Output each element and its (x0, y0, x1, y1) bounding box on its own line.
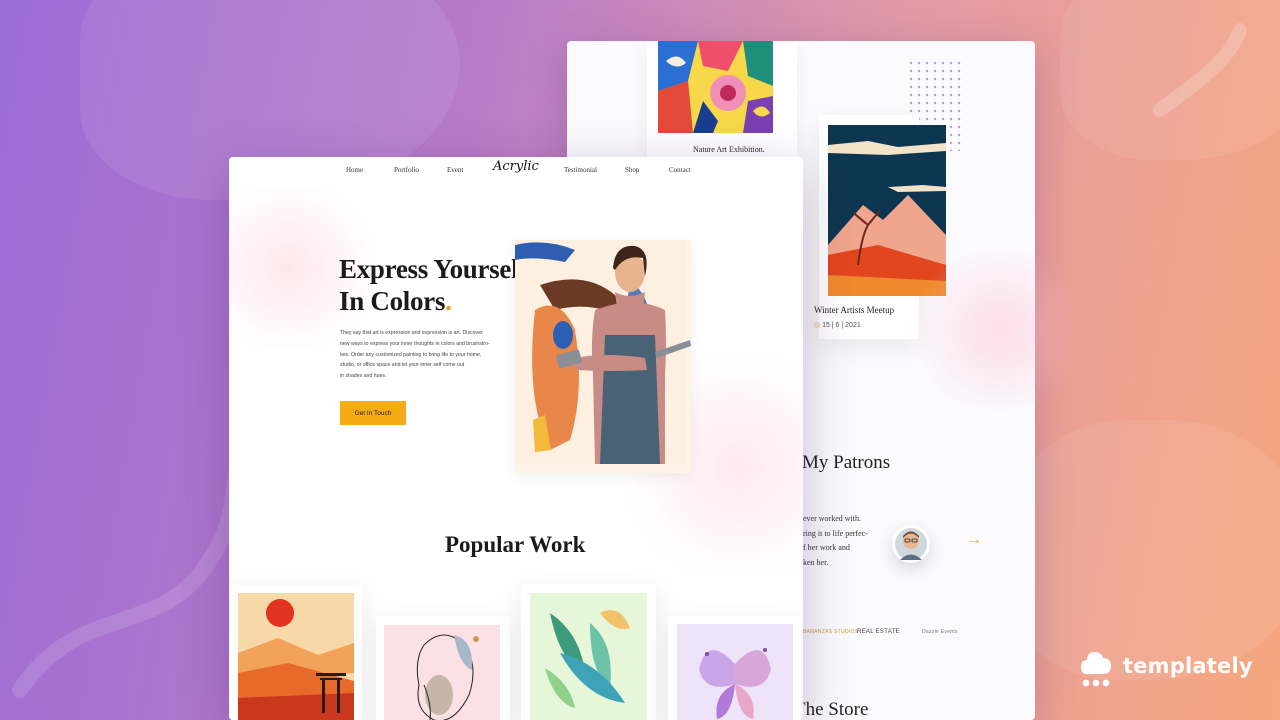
feathers-painting (530, 593, 647, 720)
nav-shop[interactable]: Shop (625, 166, 639, 174)
get-in-touch-button[interactable]: Get In Touch (340, 401, 406, 425)
floral-painting (658, 41, 773, 133)
nav-testimonial[interactable]: Testimonial (564, 166, 597, 174)
brand-logo[interactable]: Acrylic (493, 159, 539, 174)
patron-logo: BANANZAS STUDIOS (803, 629, 859, 635)
hero-artist-image (515, 240, 691, 473)
event-title-nature[interactable]: Nature Art Exhibition. (693, 145, 765, 154)
patrons-title: My Patrons (802, 452, 891, 473)
nav-contact[interactable]: Contact (669, 166, 691, 174)
artwork-card[interactable] (376, 616, 510, 720)
clock-icon: ◷ (814, 322, 821, 329)
next-arrow-icon[interactable]: → (966, 531, 982, 549)
promo-canvas: { "back_page": { "event1_title": "Nature… (0, 0, 1280, 720)
patron-avatar[interactable] (892, 525, 930, 563)
event-title-winter[interactable]: Winter Artists Meetup (814, 305, 894, 315)
templately-logo-icon (1079, 650, 1115, 688)
mountain-painting (828, 125, 946, 296)
hero-title-text: Express Yourself In Colors (339, 254, 527, 316)
popular-work-title: Popular Work (445, 532, 586, 557)
hero-text-line: in shades and hues. (340, 373, 387, 380)
hero-description: They say that art is expression and expr… (340, 328, 500, 382)
glow-blob (900, 250, 1100, 410)
nav-portfolio[interactable]: Portfolio (394, 166, 419, 174)
hero-text-line: They say that art is expression and expr… (340, 330, 483, 336)
nav-home[interactable]: Home (346, 166, 363, 174)
event-date-text: 15 | 6 | 2021 (822, 322, 861, 329)
main-nav: Home Portfolio Event Acrylic Testimonial… (229, 157, 803, 187)
front-page-screenshot: Home Portfolio Event Acrylic Testimonial… (229, 157, 803, 720)
sunset-painting (238, 593, 354, 720)
artwork-card[interactable] (668, 616, 801, 720)
templately-wordmark: templately (1123, 654, 1253, 678)
hero-title: Express Yourself In Colors. (339, 253, 527, 317)
artwork-card[interactable] (521, 584, 656, 720)
patron-logo: Dazzle Events (922, 629, 958, 635)
hero-title-accent: . (445, 286, 452, 316)
event-date: ◷ 15 | 6 | 2021 (814, 321, 861, 329)
artwork-card[interactable] (229, 585, 362, 720)
hero-text-line: studio, or office space and let your inn… (340, 362, 465, 369)
hero-text-line: kes. Order any customized painting to br… (340, 351, 482, 358)
nav-event[interactable]: Event (447, 166, 463, 174)
hero-text-line: new ways to express your inner thoughts … (340, 340, 490, 347)
store-title: The Store (794, 699, 869, 720)
patron-logo: REAL ESTATE (857, 629, 900, 635)
butterfly-painting (677, 624, 793, 720)
line-portrait-painting (384, 625, 500, 720)
